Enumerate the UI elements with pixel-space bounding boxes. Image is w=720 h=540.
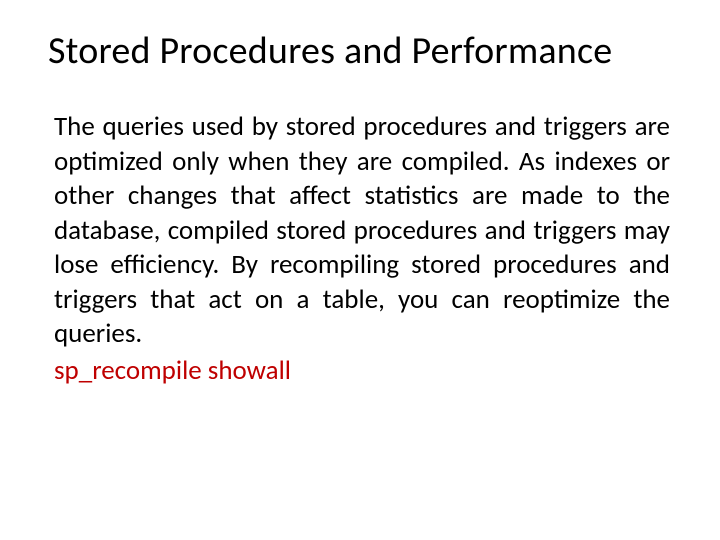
slide-body-text: The queries used by stored procedures an… bbox=[48, 110, 672, 352]
code-example: sp_recompile showall bbox=[48, 354, 672, 387]
slide-title: Stored Procedures and Performance bbox=[48, 28, 672, 74]
slide-container: Stored Procedures and Performance The qu… bbox=[0, 0, 720, 540]
